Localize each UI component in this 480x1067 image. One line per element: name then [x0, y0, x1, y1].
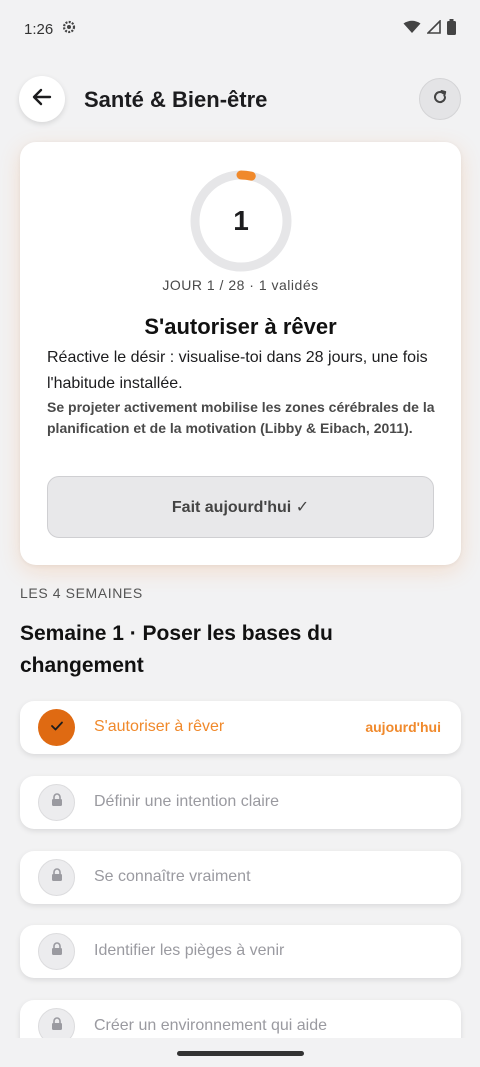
refresh-button[interactable] — [419, 78, 461, 120]
bullet-locked — [38, 933, 75, 970]
bullet-locked — [38, 784, 75, 821]
day-item-1[interactable]: S'autoriser à rêver aujourd'hui — [20, 701, 461, 754]
weeks-section-label: LES 4 SEMAINES — [20, 585, 143, 601]
system-nav-bar — [0, 1038, 480, 1067]
battery-icon — [447, 19, 456, 39]
day-description: Réactive le désir : visualise-toi dans 2… — [47, 349, 428, 392]
lock-icon — [51, 942, 63, 961]
lock-icon — [51, 793, 63, 812]
day-title: S'autoriser à rêver — [144, 314, 337, 339]
home-handle[interactable] — [177, 1051, 304, 1056]
page-title: Santé & Bien-être — [84, 87, 268, 112]
refresh-icon — [432, 89, 448, 110]
progress-ring: 1 — [187, 167, 295, 275]
today-tag: aujourd'hui — [365, 719, 441, 735]
day-item-label: Se connaître vraiment — [94, 868, 251, 885]
settings-gear-icon — [61, 19, 77, 39]
day-item-2[interactable]: Définir une intention claire — [20, 776, 461, 829]
wifi-icon — [403, 20, 421, 38]
week-title: Semaine 1 · Poser les bases du changemen… — [20, 622, 333, 677]
day-item-label: Identifier les pièges à venir — [94, 942, 285, 959]
status-time: 1:26 — [24, 20, 54, 38]
day-item-label: Définir une intention claire — [94, 793, 279, 810]
day-item-3[interactable]: Se connaître vraiment — [20, 851, 461, 904]
today-card: 1 JOUR 1 / 28 · 1 validés S'autoriser à … — [20, 142, 461, 565]
bullet-locked — [38, 859, 75, 896]
status-bar: 1:26 — [0, 0, 480, 58]
done-today-button[interactable]: Fait aujourd'hui ✓ — [47, 476, 434, 538]
day-counter: JOUR 1 / 28 · 1 validés — [162, 277, 319, 293]
progress-number: 1 — [233, 205, 249, 236]
check-icon — [50, 719, 64, 737]
lock-icon — [51, 868, 63, 887]
signal-icon — [426, 19, 441, 38]
status-left: 1:26 — [24, 19, 77, 39]
lock-icon — [51, 1017, 63, 1036]
status-right — [403, 19, 456, 39]
day-note: Se projeter activement mobilise les zone… — [47, 399, 435, 436]
bullet-done — [38, 709, 75, 746]
day-item-4[interactable]: Identifier les pièges à venir — [20, 925, 461, 978]
back-button[interactable] — [19, 76, 65, 122]
day-item-label: Créer un environnement qui aide — [94, 1017, 328, 1034]
arrow-left-icon — [31, 86, 53, 113]
day-item-label: S'autoriser à rêver — [94, 718, 225, 735]
app-header: Santé & Bien-être — [0, 76, 480, 124]
